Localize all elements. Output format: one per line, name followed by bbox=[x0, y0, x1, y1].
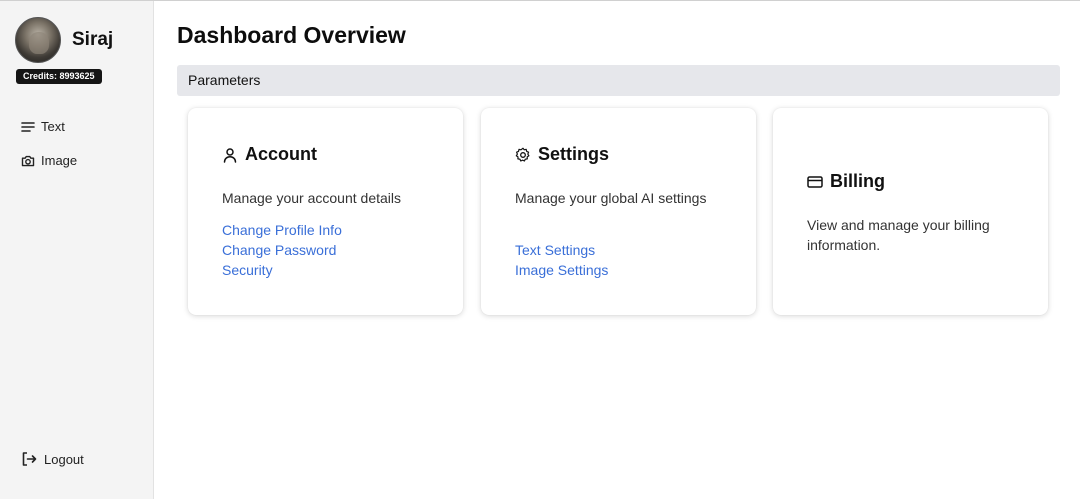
card-title-text: Account bbox=[245, 144, 317, 164]
sidebar-item-label: Text bbox=[41, 119, 65, 134]
logout-button[interactable]: Logout bbox=[21, 451, 84, 467]
credit-card-icon bbox=[807, 175, 823, 188]
card-title-text: Billing bbox=[830, 171, 885, 191]
card-description: Manage your account details bbox=[222, 190, 401, 206]
security-link[interactable]: Security bbox=[222, 262, 273, 278]
card-title: Settings bbox=[515, 144, 609, 165]
image-settings-link[interactable]: Image Settings bbox=[515, 262, 608, 278]
username: Siraj bbox=[72, 29, 114, 50]
logout-label: Logout bbox=[44, 451, 84, 467]
account-card: Account Manage your account details Chan… bbox=[188, 108, 463, 315]
sidebar-item-image[interactable]: Image bbox=[21, 153, 77, 168]
sidebar-item-label: Image bbox=[41, 153, 78, 168]
user-icon bbox=[223, 147, 237, 163]
card-title-text: Settings bbox=[538, 144, 610, 164]
card-title: Account bbox=[222, 144, 317, 165]
text-settings-link[interactable]: Text Settings bbox=[515, 242, 595, 258]
change-password-link[interactable]: Change Password bbox=[222, 242, 336, 258]
avatar[interactable] bbox=[15, 17, 61, 63]
change-profile-info-link[interactable]: Change Profile Info bbox=[222, 222, 342, 238]
gear-icon bbox=[515, 147, 530, 162]
parameters-bar: Parameters bbox=[177, 65, 1060, 96]
settings-card: Settings Manage your global AI settings … bbox=[481, 108, 756, 315]
card-description: Manage your global AI settings bbox=[515, 190, 707, 206]
main-content: Dashboard Overview Parameters Account Ma… bbox=[154, 1, 1080, 499]
card-description: View and manage your billing information… bbox=[807, 217, 990, 253]
card-title: Billing bbox=[807, 171, 885, 192]
credits-badge: Credits: 8993625 bbox=[16, 69, 102, 84]
sidebar: Siraj Credits: 8993625 Text Image Logout bbox=[0, 1, 154, 499]
page-title: Dashboard Overview bbox=[177, 22, 406, 48]
logout-icon bbox=[22, 452, 37, 466]
camera-icon bbox=[21, 155, 35, 166]
sidebar-item-text[interactable]: Text bbox=[21, 119, 65, 134]
billing-card: Billing View and manage your billing inf… bbox=[773, 108, 1048, 315]
menu-lines-icon bbox=[21, 121, 35, 132]
profile: Siraj bbox=[15, 17, 113, 63]
